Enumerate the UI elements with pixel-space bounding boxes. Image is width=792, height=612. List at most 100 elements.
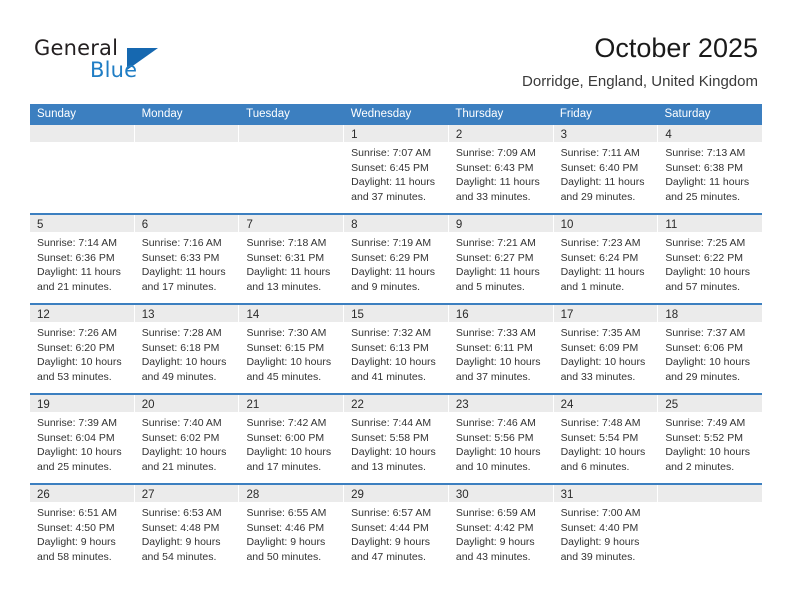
sunset-line: Sunset: 4:44 PM (351, 521, 429, 534)
sunrise-line: Sunrise: 7:16 AM (141, 237, 222, 249)
day-cell[interactable]: 31 Sunrise: 7:00 AM Sunset: 4:40 PM Dayl… (553, 485, 659, 573)
sunrise-line: Sunrise: 7:25 AM (665, 237, 746, 249)
day-details: Sunrise: 7:00 AM Sunset: 4:40 PM Dayligh… (554, 502, 658, 564)
day-cell[interactable]: 30 Sunrise: 6:59 AM Sunset: 4:42 PM Dayl… (448, 485, 554, 573)
day-cell[interactable]: 13 Sunrise: 7:28 AM Sunset: 6:18 PM Dayl… (134, 305, 240, 393)
general-blue-logo[interactable]: General Blue (34, 36, 214, 88)
day-number-band: 15 (344, 305, 448, 322)
page-title: October 2025 (594, 33, 758, 63)
day-cell[interactable] (134, 125, 240, 213)
day-number-band: 31 (553, 485, 658, 502)
sunset-line: Sunset: 4:46 PM (246, 521, 325, 534)
day-number: 10 (560, 219, 574, 231)
day-number-band: 6 (134, 215, 239, 232)
day-number-band: 1 (344, 125, 448, 142)
day-cell[interactable]: 29 Sunrise: 6:57 AM Sunset: 4:44 PM Dayl… (344, 485, 449, 573)
day-number-band (239, 125, 344, 142)
sunset-line: Sunset: 6:24 PM (560, 251, 639, 264)
sunset-line: Sunset: 6:40 PM (560, 161, 639, 174)
day-cell[interactable]: 27 Sunrise: 6:53 AM Sunset: 4:48 PM Dayl… (134, 485, 240, 573)
day-cell[interactable]: 23 Sunrise: 7:46 AM Sunset: 5:56 PM Dayl… (448, 395, 554, 483)
daylight-line-2: and 29 minutes. (560, 190, 636, 203)
day-cell[interactable]: 2 Sunrise: 7:09 AM Sunset: 6:43 PM Dayli… (448, 125, 554, 213)
day-number: 27 (141, 489, 155, 501)
daylight-line-2: and 17 minutes. (141, 280, 217, 293)
day-cell[interactable]: 3 Sunrise: 7:11 AM Sunset: 6:40 PM Dayli… (553, 125, 659, 213)
day-cell[interactable] (239, 125, 345, 213)
day-number-band: 21 (239, 395, 344, 412)
day-number: 8 (351, 219, 358, 231)
day-cell[interactable]: 28 Sunrise: 6:55 AM Sunset: 4:46 PM Dayl… (239, 485, 345, 573)
sunrise-line: Sunrise: 6:57 AM (351, 507, 432, 519)
day-cell[interactable]: 16 Sunrise: 7:33 AM Sunset: 6:11 PM Dayl… (448, 305, 554, 393)
day-number-band (30, 125, 134, 142)
day-details: Sunrise: 7:48 AM Sunset: 5:54 PM Dayligh… (554, 412, 658, 474)
daylight-line-1: Daylight: 10 hours (351, 446, 436, 458)
sunset-line: Sunset: 6:45 PM (351, 161, 429, 174)
daylight-line-2: and 54 minutes. (141, 550, 217, 563)
daylight-line-2: and 1 minute. (560, 280, 625, 293)
day-cell[interactable]: 1 Sunrise: 7:07 AM Sunset: 6:45 PM Dayli… (344, 125, 449, 213)
day-cell[interactable]: 9 Sunrise: 7:21 AM Sunset: 6:27 PM Dayli… (448, 215, 554, 303)
day-number: 25 (665, 399, 679, 411)
day-cell[interactable]: 26 Sunrise: 6:51 AM Sunset: 4:50 PM Dayl… (30, 485, 135, 573)
day-number-band: 19 (30, 395, 134, 412)
sunrise-line: Sunrise: 6:55 AM (246, 507, 327, 519)
day-cell[interactable]: 19 Sunrise: 7:39 AM Sunset: 6:04 PM Dayl… (30, 395, 135, 483)
daylight-line-1: Daylight: 10 hours (141, 356, 227, 368)
day-number: 22 (351, 399, 364, 411)
day-number-band: 11 (658, 215, 763, 232)
day-cell[interactable]: 15 Sunrise: 7:32 AM Sunset: 6:13 PM Dayl… (344, 305, 449, 393)
daylight-line-1: Daylight: 10 hours (665, 356, 750, 368)
day-number-band: 28 (239, 485, 344, 502)
daylight-line-2: and 25 minutes. (37, 460, 112, 473)
daylight-line-1: Daylight: 11 hours (560, 176, 645, 188)
day-number: 13 (141, 309, 155, 321)
daylight-line-1: Daylight: 9 hours (455, 536, 535, 548)
daylight-line-1: Daylight: 11 hours (665, 176, 750, 188)
day-cell[interactable]: 17 Sunrise: 7:35 AM Sunset: 6:09 PM Dayl… (553, 305, 659, 393)
page-subtitle: Dorridge, England, United Kingdom (522, 73, 758, 90)
logo-word-blue: Blue (90, 58, 138, 82)
day-cell[interactable]: 11 Sunrise: 7:25 AM Sunset: 6:22 PM Dayl… (658, 215, 763, 303)
calendar-grid: Sunday Monday Tuesday Wednesday Thursday… (30, 104, 763, 573)
sunset-line: Sunset: 5:52 PM (665, 431, 743, 444)
logo-word-general: General (34, 36, 119, 60)
day-cell[interactable]: 10 Sunrise: 7:23 AM Sunset: 6:24 PM Dayl… (553, 215, 659, 303)
day-details: Sunrise: 7:23 AM Sunset: 6:24 PM Dayligh… (554, 232, 658, 294)
day-number-band (658, 485, 763, 502)
day-cell[interactable]: 20 Sunrise: 7:40 AM Sunset: 6:02 PM Dayl… (134, 395, 240, 483)
weekday-header-wednesday: Wednesday (350, 108, 412, 120)
day-number-band: 14 (239, 305, 344, 322)
daylight-line-1: Daylight: 11 hours (246, 266, 331, 278)
day-cell[interactable]: 21 Sunrise: 7:42 AM Sunset: 6:00 PM Dayl… (239, 395, 345, 483)
sunset-line: Sunset: 6:38 PM (665, 161, 743, 174)
weekday-header-row: Sunday Monday Tuesday Wednesday Thursday… (30, 104, 762, 125)
sunset-line: Sunset: 6:04 PM (37, 431, 115, 444)
day-cell[interactable]: 12 Sunrise: 7:26 AM Sunset: 6:20 PM Dayl… (30, 305, 135, 393)
day-cell[interactable]: 14 Sunrise: 7:30 AM Sunset: 6:15 PM Dayl… (239, 305, 345, 393)
daylight-line-2: and 29 minutes. (665, 370, 741, 383)
sunset-line: Sunset: 6:06 PM (665, 341, 743, 354)
daylight-line-2: and 33 minutes. (560, 370, 636, 383)
daylight-line-2: and 53 minutes. (37, 370, 112, 383)
day-number-band: 30 (448, 485, 553, 502)
day-cell[interactable]: 18 Sunrise: 7:37 AM Sunset: 6:06 PM Dayl… (658, 305, 763, 393)
day-cell[interactable] (30, 125, 135, 213)
day-details: Sunrise: 7:39 AM Sunset: 6:04 PM Dayligh… (30, 412, 134, 474)
day-cell[interactable]: 8 Sunrise: 7:19 AM Sunset: 6:29 PM Dayli… (344, 215, 449, 303)
day-cell[interactable]: 22 Sunrise: 7:44 AM Sunset: 5:58 PM Dayl… (344, 395, 449, 483)
day-cell[interactable]: 25 Sunrise: 7:49 AM Sunset: 5:52 PM Dayl… (658, 395, 763, 483)
day-number: 23 (455, 399, 469, 411)
day-cell[interactable]: 7 Sunrise: 7:18 AM Sunset: 6:31 PM Dayli… (239, 215, 345, 303)
daylight-line-1: Daylight: 10 hours (351, 356, 436, 368)
weekday-header-friday: Friday (559, 108, 592, 120)
day-number-band: 13 (134, 305, 239, 322)
day-cell[interactable] (658, 485, 763, 573)
daylight-line-2: and 13 minutes. (246, 280, 322, 293)
day-cell[interactable]: 5 Sunrise: 7:14 AM Sunset: 6:36 PM Dayli… (30, 215, 135, 303)
day-cell[interactable]: 4 Sunrise: 7:13 AM Sunset: 6:38 PM Dayli… (658, 125, 763, 213)
day-cell[interactable]: 24 Sunrise: 7:48 AM Sunset: 5:54 PM Dayl… (553, 395, 659, 483)
sunset-line: Sunset: 4:50 PM (37, 521, 115, 534)
day-cell[interactable]: 6 Sunrise: 7:16 AM Sunset: 6:33 PM Dayli… (134, 215, 240, 303)
